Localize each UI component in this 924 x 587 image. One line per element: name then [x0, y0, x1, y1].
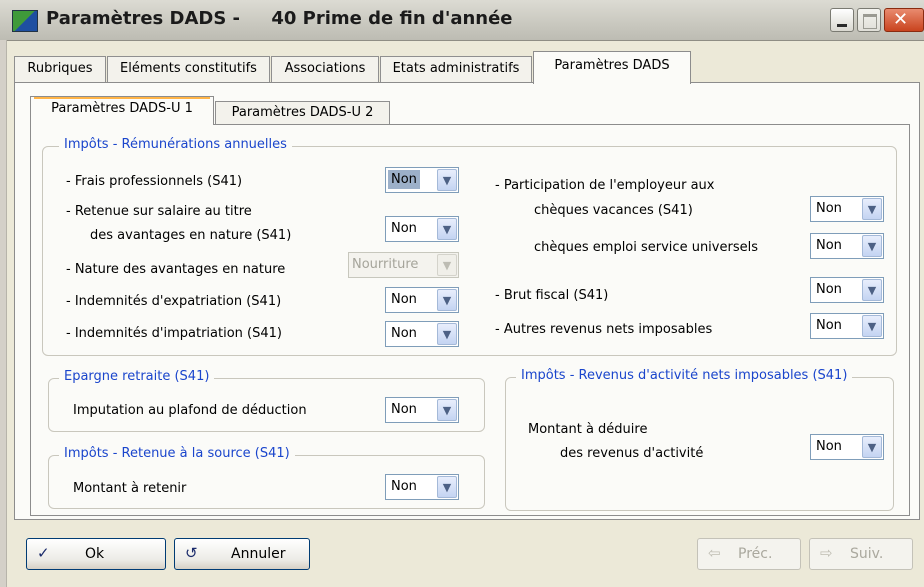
minimize-button[interactable] [830, 8, 854, 32]
select-value: Non [388, 170, 420, 189]
select-value: Non [391, 479, 417, 494]
button-label: Ok [85, 546, 105, 562]
indemnites-impatriation-label: - Indemnités d'impatriation (S41) [66, 326, 282, 341]
chevron-down-icon[interactable]: ▼ [437, 289, 457, 311]
select-value: Non [816, 282, 842, 297]
maximize-button[interactable] [857, 8, 881, 32]
chevron-down-icon[interactable]: ▼ [437, 218, 457, 240]
title-bar[interactable]: Paramètres DADS - 40 Prime de fin d'anné… [0, 0, 924, 41]
tab-associations[interactable]: Associations [271, 56, 379, 82]
chevron-down-icon[interactable]: ▼ [862, 315, 882, 337]
cancel-icon: ↺ [185, 544, 198, 562]
frais-professionnels-label: - Frais professionnels (S41) [66, 174, 243, 189]
cesu-select[interactable]: Non ▼ [810, 233, 884, 259]
select-value: Non [391, 292, 417, 307]
button-label: Suiv. [850, 546, 884, 562]
button-label: Préc. [738, 546, 773, 562]
imputation-plafond-label: Imputation au plafond de déduction [73, 403, 307, 418]
participation-employeur-label: - Participation de l'employeur aux [495, 178, 715, 193]
tab-label: Etats administratifs [392, 61, 520, 76]
suivant-button[interactable]: ⇨ Suiv. [809, 538, 913, 570]
subtab-dads-u1[interactable]: Paramètres DADS-U 1 [30, 96, 214, 125]
montant-deduire-label-2: des revenus d'activité [560, 446, 704, 461]
select-value: Non [816, 318, 842, 333]
frais-professionnels-select[interactable]: Non ▼ [385, 167, 459, 193]
tab-label: Associations [284, 61, 366, 76]
select-value: Nourriture [352, 257, 419, 272]
chevron-down-icon: ▼ [437, 254, 457, 276]
nature-avantages-select: Nourriture ▼ [348, 252, 459, 278]
montant-deduire-label: Montant à déduire [528, 422, 648, 437]
indemnites-impatriation-select[interactable]: Non ▼ [385, 321, 459, 347]
app-icon [12, 10, 38, 32]
select-value: Non [816, 201, 842, 216]
arrow-right-icon: ⇨ [820, 544, 833, 562]
group-title: Impôts - Revenus d'activité nets imposab… [516, 368, 853, 383]
indemnites-expatriation-select[interactable]: Non ▼ [385, 287, 459, 313]
select-value: Non [816, 439, 842, 454]
chevron-down-icon[interactable]: ▼ [862, 198, 882, 220]
precedent-button[interactable]: ⇦ Préc. [697, 538, 801, 570]
select-value: Non [391, 326, 417, 341]
select-value: Non [391, 221, 417, 236]
retenue-salaire-select[interactable]: Non ▼ [385, 216, 459, 242]
group-title: Epargne retraite (S41) [59, 369, 215, 384]
select-value: Non [816, 238, 842, 253]
close-button[interactable] [884, 8, 924, 32]
subtab-label: Paramètres DADS-U 1 [51, 101, 193, 116]
tab-label: Eléments constitutifs [120, 61, 257, 76]
chevron-down-icon[interactable]: ▼ [437, 476, 457, 498]
subtab-label: Paramètres DADS-U 2 [231, 105, 374, 120]
check-icon: ✓ [37, 544, 50, 562]
montant-retenir-select[interactable]: Non ▼ [385, 474, 459, 500]
tab-parametres-dads[interactable]: Paramètres DADS [533, 51, 691, 84]
brut-fiscal-select[interactable]: Non ▼ [810, 277, 884, 303]
tab-rubriques[interactable]: Rubriques [14, 56, 106, 82]
tab-etats-administratifs[interactable]: Etats administratifs [380, 56, 532, 82]
autres-revenus-select[interactable]: Non ▼ [810, 313, 884, 339]
group-title: Impôts - Rémunérations annuelles [59, 137, 292, 152]
cesu-label: chèques emploi service universels [534, 240, 758, 255]
tab-elements-constitutifs[interactable]: Eléments constitutifs [107, 56, 270, 82]
select-value: Non [391, 402, 417, 417]
retenue-salaire-label: - Retenue sur salaire au titre [66, 204, 252, 219]
montant-deduire-select[interactable]: Non ▼ [810, 434, 884, 460]
chevron-down-icon[interactable]: ▼ [437, 169, 457, 191]
group-title: Impôts - Retenue à la source (S41) [59, 446, 295, 461]
ok-button[interactable]: ✓ Ok [26, 538, 166, 570]
chevron-down-icon[interactable]: ▼ [862, 235, 882, 257]
retenue-salaire-label-2: des avantages en nature (S41) [90, 228, 292, 243]
annuler-button[interactable]: ↺ Annuler [174, 538, 310, 570]
button-label: Annuler [231, 546, 286, 562]
chevron-down-icon[interactable]: ▼ [437, 323, 457, 345]
cheques-vacances-label: chèques vacances (S41) [534, 203, 693, 218]
brut-fiscal-label: - Brut fiscal (S41) [495, 288, 609, 303]
chevron-down-icon[interactable]: ▼ [862, 436, 882, 458]
arrow-left-icon: ⇦ [708, 544, 721, 562]
window-title: Paramètres DADS - 40 Prime de fin d'anné… [46, 8, 513, 29]
tab-label: Rubriques [27, 61, 93, 76]
window-border [0, 40, 7, 587]
autres-revenus-label: - Autres revenus nets imposables [495, 322, 713, 337]
cheques-vacances-select[interactable]: Non ▼ [810, 196, 884, 222]
chevron-down-icon[interactable]: ▼ [437, 399, 457, 421]
imputation-plafond-select[interactable]: Non ▼ [385, 397, 459, 423]
subtab-dads-u2[interactable]: Paramètres DADS-U 2 [215, 101, 390, 124]
tab-label: Paramètres DADS [554, 58, 670, 73]
indemnites-expatriation-label: - Indemnités d'expatriation (S41) [66, 294, 282, 309]
nature-avantages-label: - Nature des avantages en nature [66, 262, 286, 277]
chevron-down-icon[interactable]: ▼ [862, 279, 882, 301]
montant-retenir-label: Montant à retenir [73, 481, 187, 496]
